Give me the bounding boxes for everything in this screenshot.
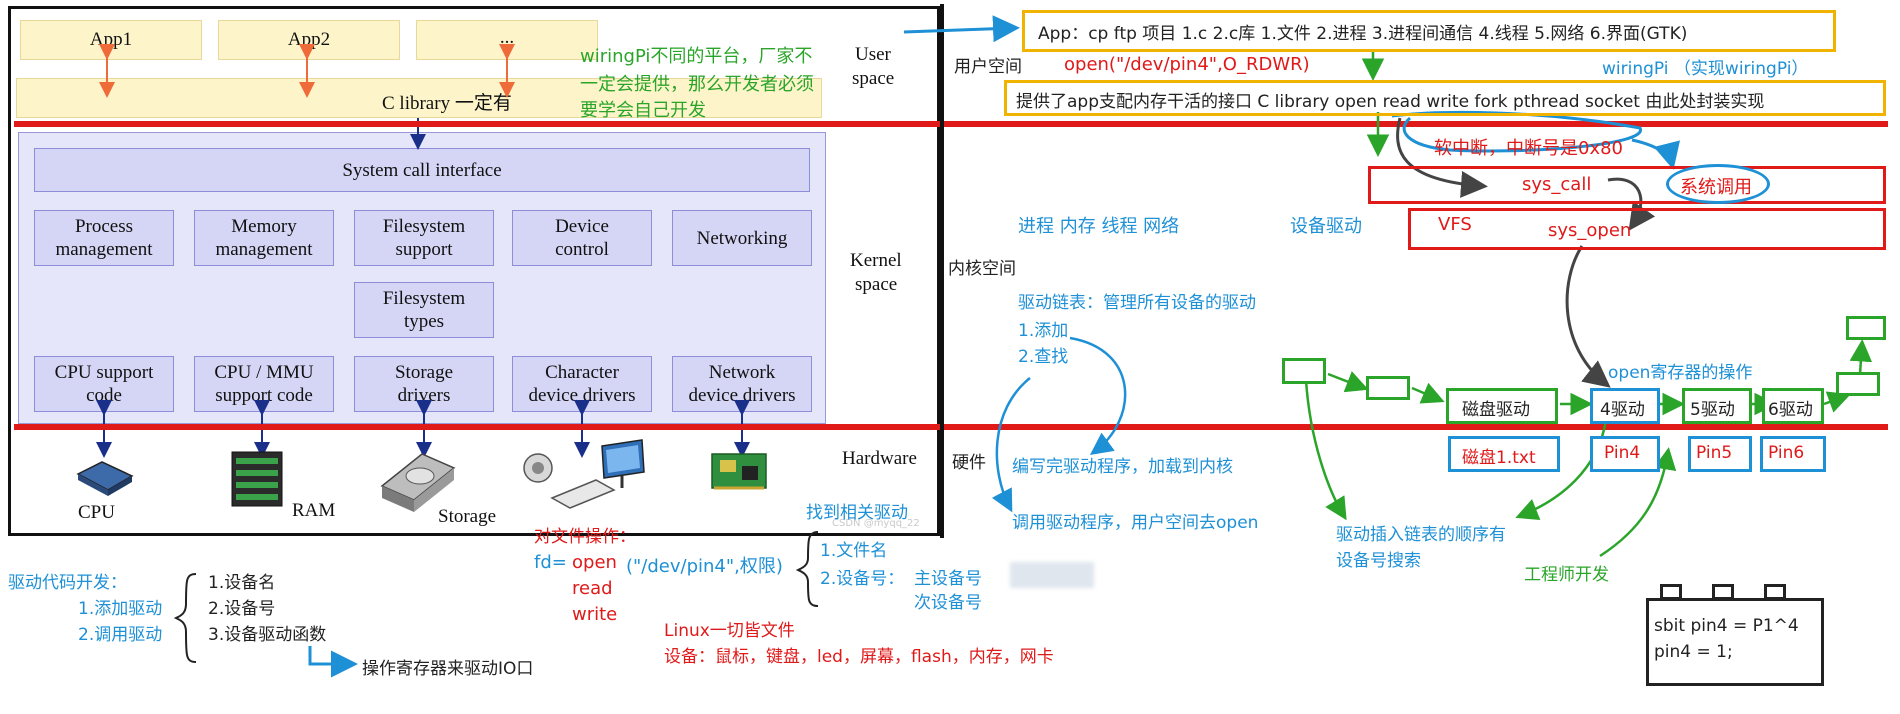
sys-open-text: sys_open	[1548, 220, 1632, 241]
device-number-text: 2.设备号：	[820, 569, 905, 589]
to-app-line-arrow	[903, 15, 1020, 43]
file-op-read: read	[572, 578, 613, 599]
hard-disk-icon	[380, 453, 456, 512]
pin5-text: Pin5	[1696, 443, 1733, 463]
blurred-region	[1010, 562, 1094, 588]
disk-driver-text: 磁盘驱动	[1462, 400, 1530, 420]
write-driver-text: 编写完驱动程序，加载到内核	[1012, 457, 1233, 477]
minor-number-text: 次设备号	[914, 593, 982, 613]
clib-line-text: 提供了app支配内存干活的接口 C library open read writ…	[1016, 92, 1765, 112]
open-call-text: open("/dev/pin4",O_RDWR)	[1064, 54, 1310, 75]
syscall-text: sys_call	[1522, 174, 1592, 195]
open-register-text: open寄存器的操作	[1608, 363, 1753, 383]
driver-list-title: 驱动链表：管理所有设备的驱动	[1018, 293, 1256, 313]
sysopen-to-driver4-arrow	[1565, 245, 1611, 388]
call-driver-text: 调用驱动程序，用户空间去open	[1012, 513, 1259, 533]
disk-file-text: 磁盘1.txt	[1462, 448, 1536, 468]
insert-order-arrow	[1304, 379, 1347, 521]
pin6-text: Pin6	[1768, 443, 1805, 463]
driver-list-add: 1.添加	[1018, 321, 1069, 341]
chain-arrow-2	[1411, 382, 1445, 404]
insert-order-text-2: 设备号搜索	[1336, 551, 1421, 571]
ram-icon	[231, 451, 283, 507]
chip-pin-1	[1660, 584, 1682, 600]
network-card-icon	[711, 453, 767, 490]
major-number-text: 主设备号	[914, 569, 982, 589]
app-line-text: App：cp ftp 项目 1.c 2.c库 1.文件 2.进程 3.进程间通信…	[1038, 24, 1688, 44]
driver-list-find: 2.查找	[1018, 347, 1069, 367]
syscall-circle-text: 系统调用	[1680, 177, 1752, 198]
soft-irq-to-syscall-arrow	[1631, 138, 1680, 170]
open-args-text: ("/dev/pin4",权限)	[626, 556, 783, 577]
chip-pin-3	[1764, 584, 1786, 600]
monitor-icon	[601, 439, 645, 488]
driver-list-node-1	[1282, 358, 1326, 384]
pin4-text: Pin4	[1604, 443, 1641, 463]
wiringpi-text: wiringPi （实现wiringPi）	[1602, 59, 1809, 79]
hardware-cn-label: 硬件	[952, 453, 986, 473]
driver-list-node-2	[1366, 376, 1410, 400]
code-line-1: sbit pin4 = P1^4	[1654, 616, 1799, 636]
soft-irq-text: 软中断，中断号是0x80	[1434, 138, 1624, 159]
fd-label: fd=	[534, 552, 567, 573]
register-op-arrow	[308, 646, 358, 678]
driver-dev-call: 2.调用驱动	[78, 625, 163, 645]
file-op-open: open	[572, 552, 617, 573]
user-space-cn-label: 用户空间	[954, 57, 1022, 77]
device-driver-text: 设备驱动	[1290, 216, 1362, 237]
devices-list-text: 设备：鼠标，键盘，led，屏幕，flash，内存，网卡	[664, 647, 1054, 667]
keyboard-icon	[550, 479, 616, 509]
engineer-text: 工程师开发	[1524, 565, 1609, 585]
driver-list-node-tail-2	[1846, 316, 1886, 340]
chain-arrow-7	[1849, 339, 1873, 375]
file-ops-title: 对文件操作：	[534, 527, 636, 547]
device-no-text: 2.设备号	[208, 599, 276, 619]
speaker-icon	[523, 453, 553, 483]
driver-find-arrow	[991, 377, 1031, 513]
find-driver-text: 找到相关驱动	[806, 503, 908, 523]
insert-order-text-1: 驱动插入链表的顺序有	[1336, 525, 1506, 545]
syscall-box	[1368, 166, 1886, 204]
device-func-text: 3.设备驱动函数	[208, 625, 327, 645]
driver6-text: 6驱动	[1768, 400, 1813, 420]
device-info-brace	[173, 573, 197, 663]
vfs-box	[1408, 208, 1886, 250]
file-op-write: write	[572, 604, 618, 625]
driver4-text: 4驱动	[1600, 400, 1645, 420]
kernel-items-text: 进程 内存 线程 网络	[1018, 216, 1180, 237]
everything-file-text: Linux一切皆文件	[664, 621, 795, 641]
chain-arrow-1	[1327, 371, 1369, 393]
kernel-space-cn-label: 内核空间	[948, 259, 1016, 279]
file-name-text: 1.文件名	[820, 541, 888, 561]
chip-pin-2	[1712, 584, 1734, 600]
code-line-2: pin4 = 1;	[1654, 642, 1733, 662]
cpu-chip-icon	[76, 461, 134, 496]
driver5-text: 5驱动	[1690, 400, 1735, 420]
driver-list-node-tail-1	[1836, 372, 1880, 396]
register-op-text: 操作寄存器来驱动IO口	[362, 659, 534, 679]
driver-dev-add: 1.添加驱动	[78, 599, 163, 619]
driver-dev-title: 驱动代码开发：	[8, 573, 127, 593]
chain-arrow-6	[1823, 391, 1851, 413]
driver-add-arrow	[1069, 336, 1127, 455]
device-name-text: 1.设备名	[208, 573, 276, 593]
file-info-brace	[795, 531, 819, 607]
vfs-text: VFS	[1438, 214, 1472, 235]
